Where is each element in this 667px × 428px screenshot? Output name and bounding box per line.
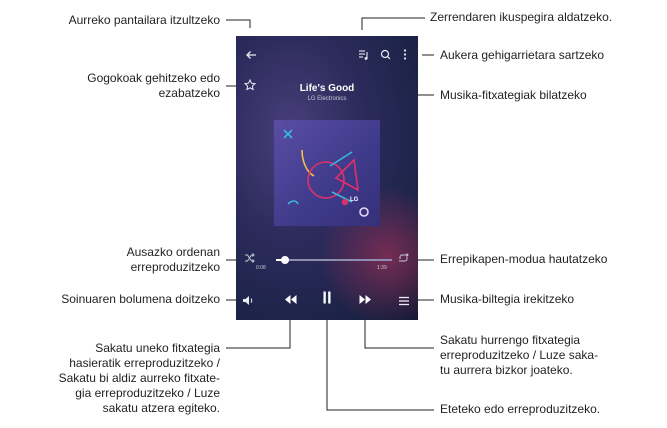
line-list-view xyxy=(361,17,425,30)
callout-shuffle: Ausazko ordenan erreproduzitzeko xyxy=(126,245,220,274)
callout-volume: Soinuaren bolumena doitzeko xyxy=(61,292,220,306)
repeat-icon[interactable] xyxy=(396,253,410,266)
album-horn-cone xyxy=(334,158,360,192)
playlist-icon[interactable] xyxy=(356,49,370,63)
callout-library: Musika-biltegia irekitzeko xyxy=(440,292,575,306)
album-deco-ring xyxy=(359,207,369,217)
shuffle-icon[interactable] xyxy=(242,253,256,266)
progress-bar[interactable] xyxy=(276,256,392,264)
callout-more-options: Aukera gehigarrietara sartzeko xyxy=(440,48,605,62)
album-deco-cyan xyxy=(283,129,293,139)
album-deco-wave xyxy=(287,200,299,205)
callout-pause: Eteteko edo erreproduzitzeko. xyxy=(440,402,601,416)
elapsed-time: 0:08 xyxy=(256,265,266,271)
callout-favorite: Gogokoak gehitzeko edo ezabatzeko xyxy=(87,71,220,100)
skip-next-icon[interactable] xyxy=(357,292,373,310)
more-vertical-icon[interactable] xyxy=(399,49,411,63)
skip-previous-icon[interactable] xyxy=(282,292,298,310)
callout-previous: Sakatu uneko fitxategia hasieratik errep… xyxy=(58,341,220,415)
album-horn-lines xyxy=(329,151,353,203)
speaker-icon[interactable] xyxy=(240,293,256,311)
callout-repeat: Errepikapen-modua hautatzeko xyxy=(440,252,608,266)
song-title: Life's Good xyxy=(299,83,355,94)
music-player-screen: Life's Good LG Electronics LG 0:08 1:39 xyxy=(236,36,418,320)
album-deco-yellow xyxy=(301,149,315,177)
callout-search: Musika-fitxategiak bilatzeko xyxy=(440,88,587,102)
album-art: LG xyxy=(274,120,380,226)
callout-list-view: Zerrendaren ikuspegira aldatzeko. xyxy=(430,10,613,24)
pause-icon[interactable] xyxy=(320,291,334,309)
callout-next: Sakatu hurrengo fitxategia erreproduzitz… xyxy=(440,333,599,377)
line-pause xyxy=(326,311,434,411)
progress-handle[interactable] xyxy=(281,256,290,264)
arrow-left-icon[interactable] xyxy=(244,50,258,63)
callout-back: Aurreko pantailara itzultzeko xyxy=(68,13,220,27)
album-logo-text: LG xyxy=(350,197,359,203)
song-artist: LG Electronics xyxy=(307,96,347,102)
album-illustration xyxy=(283,129,369,217)
menu-icon[interactable] xyxy=(396,293,412,311)
lg-logo-mark xyxy=(341,198,349,206)
total-duration: 1:39 xyxy=(377,265,387,271)
search-icon[interactable] xyxy=(378,49,392,63)
line-back xyxy=(226,19,251,28)
